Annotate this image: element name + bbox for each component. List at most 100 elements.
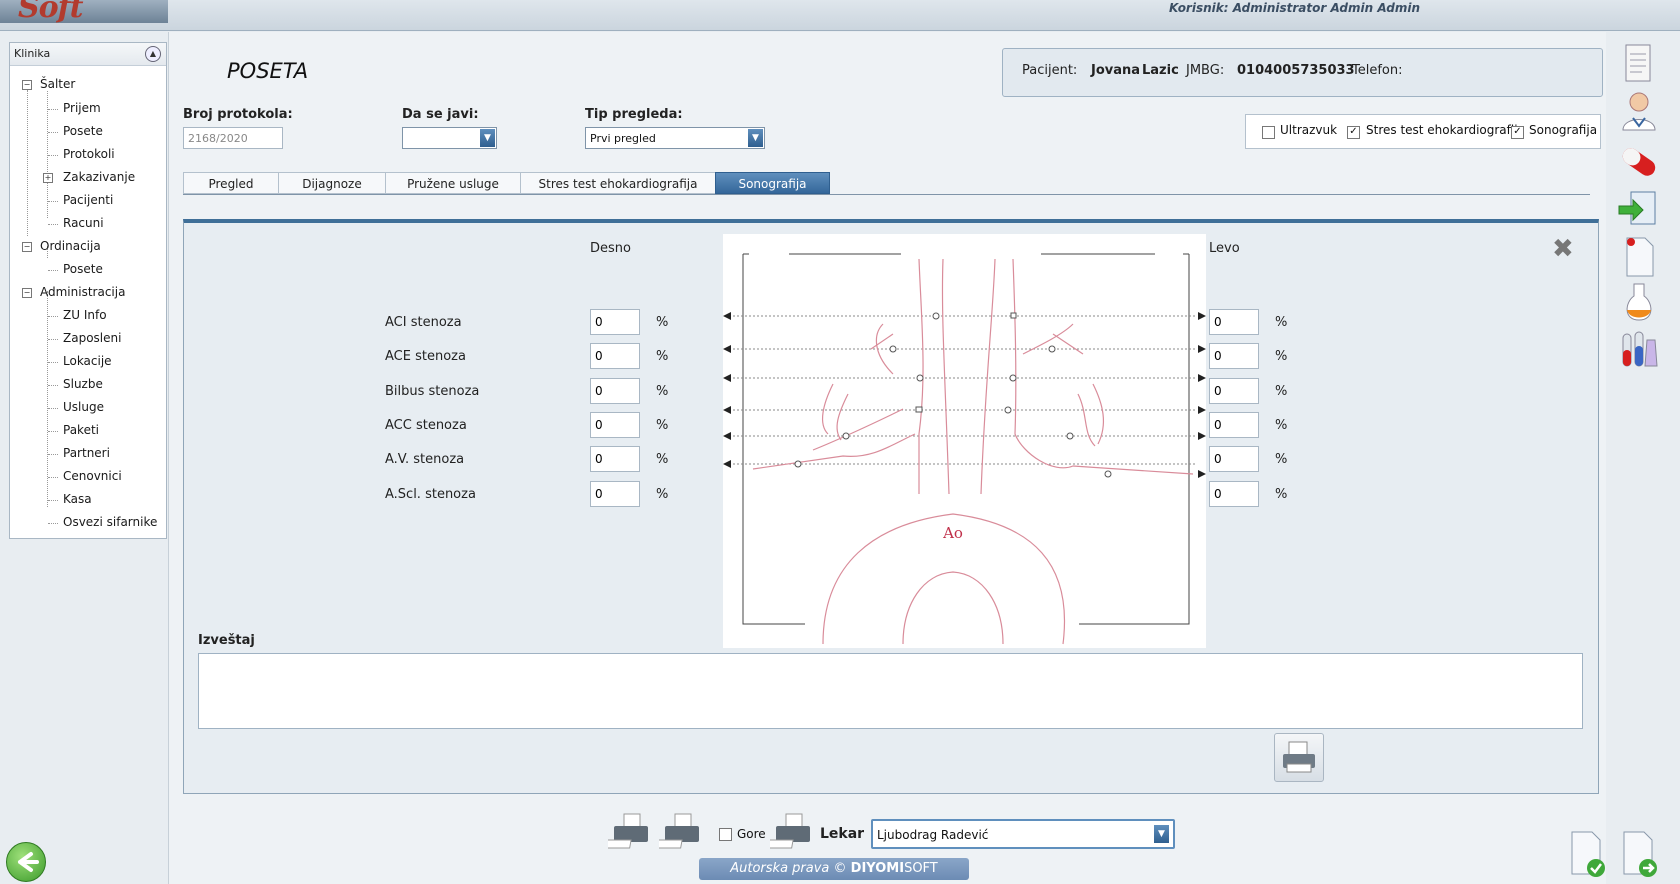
collapse-tree-icon[interactable]: − — [22, 288, 32, 298]
back-arrow-icon[interactable] — [6, 842, 46, 882]
dasejavi-select[interactable]: ▼ — [402, 127, 497, 149]
sonografija-checkbox[interactable]: ✓ — [1511, 125, 1524, 139]
app-logo: Soft — [0, 0, 168, 25]
print-report-button[interactable] — [1274, 733, 1324, 782]
printer-icon[interactable] — [765, 812, 810, 849]
close-icon[interactable]: ✖ — [1552, 234, 1574, 264]
flask-icon[interactable] — [1617, 280, 1661, 324]
sidebar-item-osvezi-sifarnike[interactable]: Osvezi sifarnike — [63, 515, 157, 529]
tree-group-administracija[interactable]: Administracija — [40, 285, 125, 299]
collapse-tree-icon[interactable]: − — [22, 242, 32, 252]
row-label-ace: ACE stenoza — [385, 349, 466, 364]
sidebar-item-posete[interactable]: Posete — [63, 124, 103, 138]
percent-sign: % — [656, 349, 669, 364]
aci-levo-input[interactable] — [1209, 309, 1259, 335]
bilbus-levo-input[interactable] — [1209, 378, 1259, 404]
printer-icon — [1283, 741, 1315, 773]
printer-icon[interactable] — [654, 812, 699, 849]
tree-line — [48, 316, 58, 317]
dasejavi-label: Da se javi: — [402, 107, 479, 122]
patient-label: Pacijent: — [1022, 63, 1078, 78]
checkmark-icon[interactable]: ✓ — [1511, 126, 1524, 139]
patient-first-name: Jovana — [1091, 63, 1141, 78]
row-label-acc: ACC stenoza — [385, 418, 467, 433]
ultrazvuk-label: Ultrazvuk — [1280, 123, 1338, 137]
ace-desno-input[interactable] — [590, 343, 640, 369]
document-icon[interactable] — [1617, 42, 1661, 86]
sidebar-item-usluge[interactable]: Usluge — [63, 400, 104, 414]
tab-pruzene-usluge[interactable]: Pružene usluge — [385, 172, 521, 194]
tab-stres-test[interactable]: Stres test ehokardiografija — [520, 172, 716, 194]
collapse-icon[interactable]: ▲ — [145, 46, 161, 62]
checkmark-icon[interactable]: ✓ — [1347, 126, 1360, 139]
ascl-levo-input[interactable] — [1209, 481, 1259, 507]
tree-line — [48, 385, 58, 386]
sidebar-item-pacijenti[interactable]: Pacijenti — [63, 193, 113, 207]
percent-sign: % — [656, 452, 669, 467]
tab-dijagnoze[interactable]: Dijagnoze — [278, 172, 386, 194]
acc-desno-input[interactable] — [590, 412, 640, 438]
approve-document-icon[interactable] — [1566, 830, 1610, 877]
test-tubes-icon[interactable] — [1617, 328, 1661, 372]
av-levo-input[interactable] — [1209, 446, 1259, 472]
av-desno-input[interactable] — [590, 446, 640, 472]
sidebar-item-protokoli[interactable]: Protokoli — [63, 147, 115, 161]
gore-label: Gore — [737, 827, 766, 841]
ace-levo-input[interactable] — [1209, 343, 1259, 369]
tab-pregled[interactable]: Pregled — [183, 172, 279, 194]
checkbox-icon[interactable] — [719, 828, 732, 841]
copyright-brand: DIYOMI — [850, 861, 905, 876]
sidebar-item-partneri[interactable]: Partneri — [63, 446, 110, 460]
doctor-icon[interactable] — [1617, 88, 1661, 132]
stres-test-checkbox[interactable]: ✓ — [1347, 125, 1360, 139]
sidebar-item-cenovnici[interactable]: Cenovnici — [63, 469, 122, 483]
ultrazvuk-checkbox[interactable] — [1262, 125, 1275, 139]
percent-sign: % — [656, 384, 669, 399]
protocol-input[interactable] — [183, 127, 283, 149]
tab-divider — [183, 194, 1590, 195]
percent-sign: % — [1275, 384, 1288, 399]
user-label: Korisnik: Administrator Admin Admin — [1169, 1, 1420, 15]
tip-pregleda-select[interactable]: Prvi pregled ▼ — [585, 127, 765, 149]
ascl-desno-input[interactable] — [590, 481, 640, 507]
checkbox-icon[interactable] — [1262, 126, 1275, 139]
pill-icon[interactable] — [1617, 140, 1661, 184]
lekar-label: Lekar — [820, 826, 865, 842]
bilbus-desno-input[interactable] — [590, 378, 640, 404]
tree-line — [48, 454, 58, 455]
acc-levo-input[interactable] — [1209, 412, 1259, 438]
sidebar-item-ordinacija-posete[interactable]: Posete — [63, 262, 103, 276]
tree-group-salter[interactable]: Šalter — [40, 77, 75, 91]
sidebar-item-lokacije[interactable]: Lokacije — [63, 354, 112, 368]
import-icon[interactable] — [1617, 186, 1661, 230]
tree-line — [48, 270, 58, 271]
next-document-icon[interactable] — [1618, 830, 1662, 877]
tree-group-ordinacija[interactable]: Ordinacija — [40, 239, 101, 253]
desno-label: Desno — [590, 241, 631, 256]
sidebar-item-zakazivanje[interactable]: Zakazivanje — [63, 170, 135, 184]
sidebar-item-sluzbe[interactable]: Sluzbe — [63, 377, 103, 391]
sidebar-item-zu-info[interactable]: ZU Info — [63, 308, 107, 322]
sidebar-item-zaposleni[interactable]: Zaposleni — [63, 331, 121, 345]
chevron-down-icon[interactable]: ▼ — [748, 129, 763, 147]
sonografija-label: Sonografija — [1529, 123, 1598, 137]
new-document-icon[interactable] — [1617, 234, 1661, 278]
row-label-aci: ACI stenoza — [385, 315, 462, 330]
sidebar-item-paketi[interactable]: Paketi — [63, 423, 99, 437]
gore-checkbox[interactable] — [719, 827, 732, 841]
copyright-prefix: Autorska prava © — [730, 861, 851, 876]
lekar-select[interactable]: Ljubodrag Radević ▼ — [871, 819, 1175, 849]
sidebar-item-prijem[interactable]: Prijem — [63, 101, 101, 115]
expand-tree-icon[interactable]: + — [43, 173, 53, 183]
sidebar-item-kasa[interactable]: Kasa — [63, 492, 92, 506]
sidebar-item-racuni[interactable]: Racuni — [63, 216, 104, 230]
artery-drawing: Ao — [723, 253, 1206, 645]
printer-icon[interactable] — [603, 812, 648, 849]
chevron-down-icon[interactable]: ▼ — [1154, 825, 1169, 843]
tab-sonografija[interactable]: Sonografija — [715, 172, 830, 194]
report-textarea[interactable] — [198, 653, 1583, 729]
percent-sign: % — [656, 418, 669, 433]
collapse-tree-icon[interactable]: − — [22, 80, 32, 90]
chevron-down-icon[interactable]: ▼ — [480, 129, 495, 147]
aci-desno-input[interactable] — [590, 309, 640, 335]
